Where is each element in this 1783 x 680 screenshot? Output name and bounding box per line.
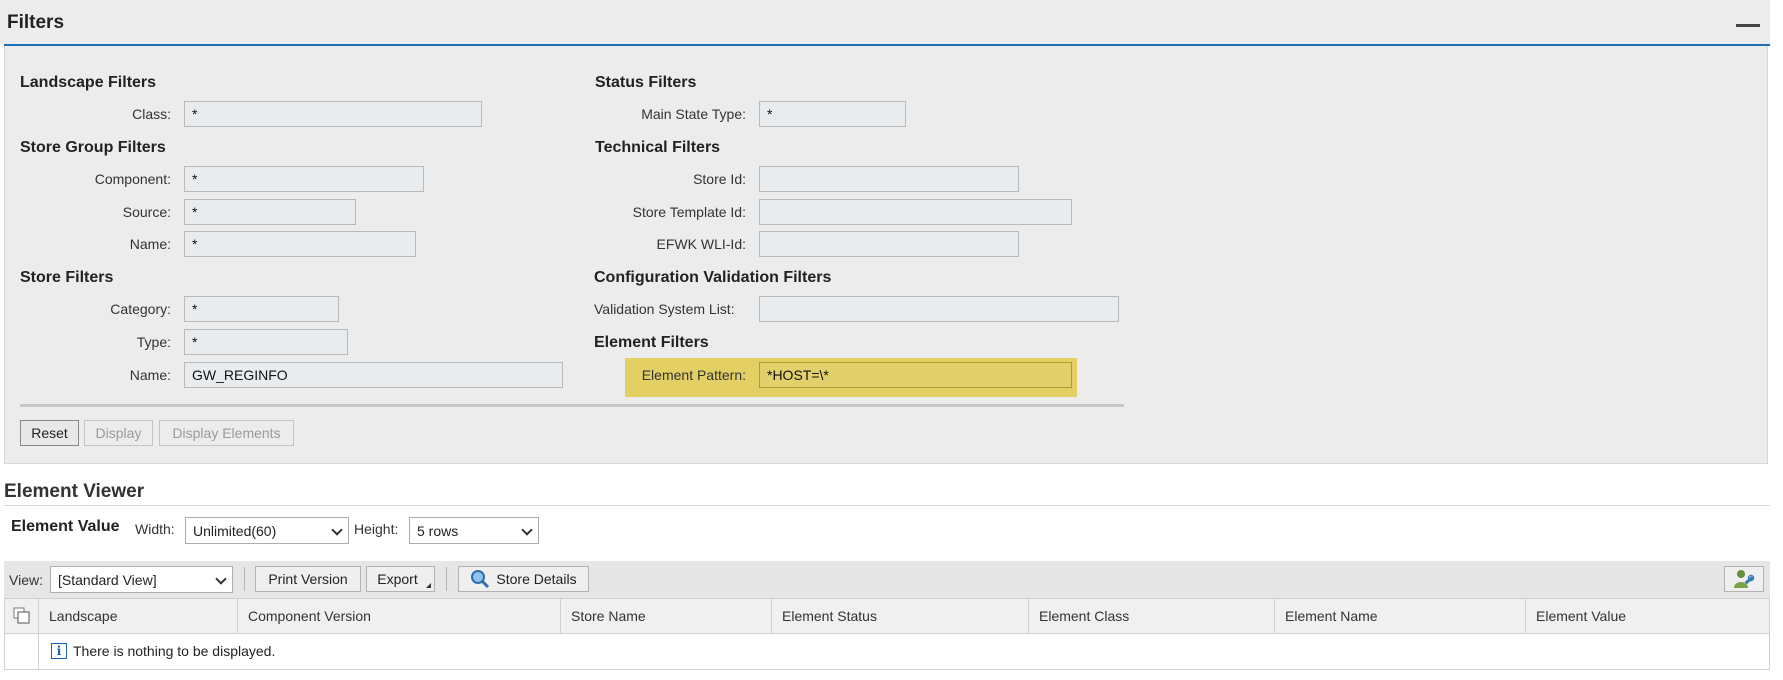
element-pattern-input[interactable]	[759, 362, 1072, 388]
magnifier-icon	[471, 570, 490, 589]
display-elements-button[interactable]: Display Elements	[159, 420, 294, 446]
element-viewer-title: Element Viewer	[4, 481, 145, 502]
toolbar-separator	[244, 567, 245, 591]
component-label: Component:	[94, 171, 171, 187]
panel-title: Filters	[7, 12, 65, 33]
view-label: View:	[9, 572, 43, 588]
validation-system-input[interactable]	[759, 296, 1119, 322]
column-header-element-value[interactable]: Element Value	[1526, 599, 1769, 633]
main-state-input[interactable]	[759, 101, 906, 127]
element-value-label: Element Value	[11, 518, 120, 535]
element-filters-title: Element Filters	[594, 334, 709, 351]
status-filters-title: Status Filters	[595, 74, 697, 91]
efwk-input[interactable]	[759, 231, 1019, 257]
filters-divider	[20, 404, 1124, 407]
main-state-label: Main State Type:	[641, 106, 746, 122]
chevron-down-icon	[215, 573, 227, 585]
empty-message: i There is nothing to be displayed.	[51, 643, 275, 659]
source-input[interactable]	[184, 199, 356, 225]
group-name-label: Name:	[129, 236, 171, 252]
chevron-down-icon	[331, 524, 343, 536]
user-settings-icon	[1734, 570, 1755, 588]
width-select-value: Unlimited(60)	[193, 522, 277, 539]
select-all-icon	[13, 607, 30, 624]
width-select[interactable]: Unlimited(60)	[185, 517, 349, 544]
component-input[interactable]	[184, 166, 424, 192]
chevron-down-icon	[521, 524, 533, 536]
column-header-element-class[interactable]: Element Class	[1029, 599, 1275, 633]
element-pattern-label: Element Pattern:	[641, 367, 746, 383]
column-header-landscape[interactable]: Landscape	[39, 599, 238, 633]
store-details-button[interactable]: Store Details	[458, 566, 589, 592]
row-selector-cell[interactable]	[5, 634, 39, 669]
source-label: Source:	[122, 204, 171, 220]
display-button[interactable]: Display	[84, 420, 153, 446]
category-input[interactable]	[184, 296, 339, 322]
store-name-input[interactable]	[184, 362, 563, 388]
type-label: Type:	[136, 334, 171, 350]
info-icon: i	[51, 643, 67, 659]
filters-panel-header	[0, 0, 1770, 44]
width-label: Width:	[135, 521, 175, 537]
technical-filters-title: Technical Filters	[595, 139, 721, 156]
view-select-value: [Standard View]	[58, 571, 157, 588]
dropdown-corner-icon	[426, 583, 431, 588]
column-header-store-name[interactable]: Store Name	[561, 599, 772, 633]
validation-system-label: Validation System List:	[594, 301, 735, 317]
empty-message-text: There is nothing to be displayed.	[73, 643, 276, 659]
export-button[interactable]: Export	[366, 566, 435, 592]
class-label: Class:	[132, 106, 171, 122]
store-id-input[interactable]	[759, 166, 1019, 192]
efwk-label: EFWK WLI-Id:	[656, 236, 746, 252]
store-template-label: Store Template Id:	[632, 204, 746, 220]
height-select[interactable]: 5 rows	[409, 517, 539, 544]
type-input[interactable]	[184, 329, 348, 355]
table-row: i There is nothing to be displayed.	[4, 634, 1770, 670]
element-viewer-line	[4, 505, 1770, 506]
column-header-element-status[interactable]: Element Status	[772, 599, 1029, 633]
group-name-input[interactable]	[184, 231, 416, 257]
table-header: Landscape Component Version Store Name E…	[4, 598, 1770, 634]
view-select[interactable]: [Standard View]	[50, 566, 233, 593]
print-version-button[interactable]: Print Version	[255, 566, 361, 592]
category-label: Category:	[110, 301, 171, 317]
column-header-element-name[interactable]: Element Name	[1275, 599, 1526, 633]
store-group-filters-title: Store Group Filters	[20, 139, 166, 156]
landscape-filters-title: Landscape Filters	[20, 74, 157, 91]
store-name-label: Name:	[129, 367, 171, 383]
collapse-icon[interactable]	[1736, 24, 1760, 27]
store-filters-title: Store Filters	[20, 269, 114, 286]
select-all-cell[interactable]	[5, 599, 39, 633]
reset-button[interactable]: Reset	[20, 420, 79, 446]
store-details-label: Store Details	[496, 571, 577, 587]
store-id-label: Store Id:	[693, 171, 746, 187]
height-label: Height:	[354, 521, 399, 537]
config-validation-title: Configuration Validation Filters	[594, 269, 832, 286]
export-button-label: Export	[377, 571, 418, 587]
class-input[interactable]	[184, 101, 482, 127]
height-select-value: 5 rows	[417, 522, 459, 539]
settings-button[interactable]	[1724, 566, 1764, 592]
toolbar-separator	[446, 567, 447, 591]
column-header-component-version[interactable]: Component Version	[238, 599, 561, 633]
store-template-input[interactable]	[759, 199, 1072, 225]
